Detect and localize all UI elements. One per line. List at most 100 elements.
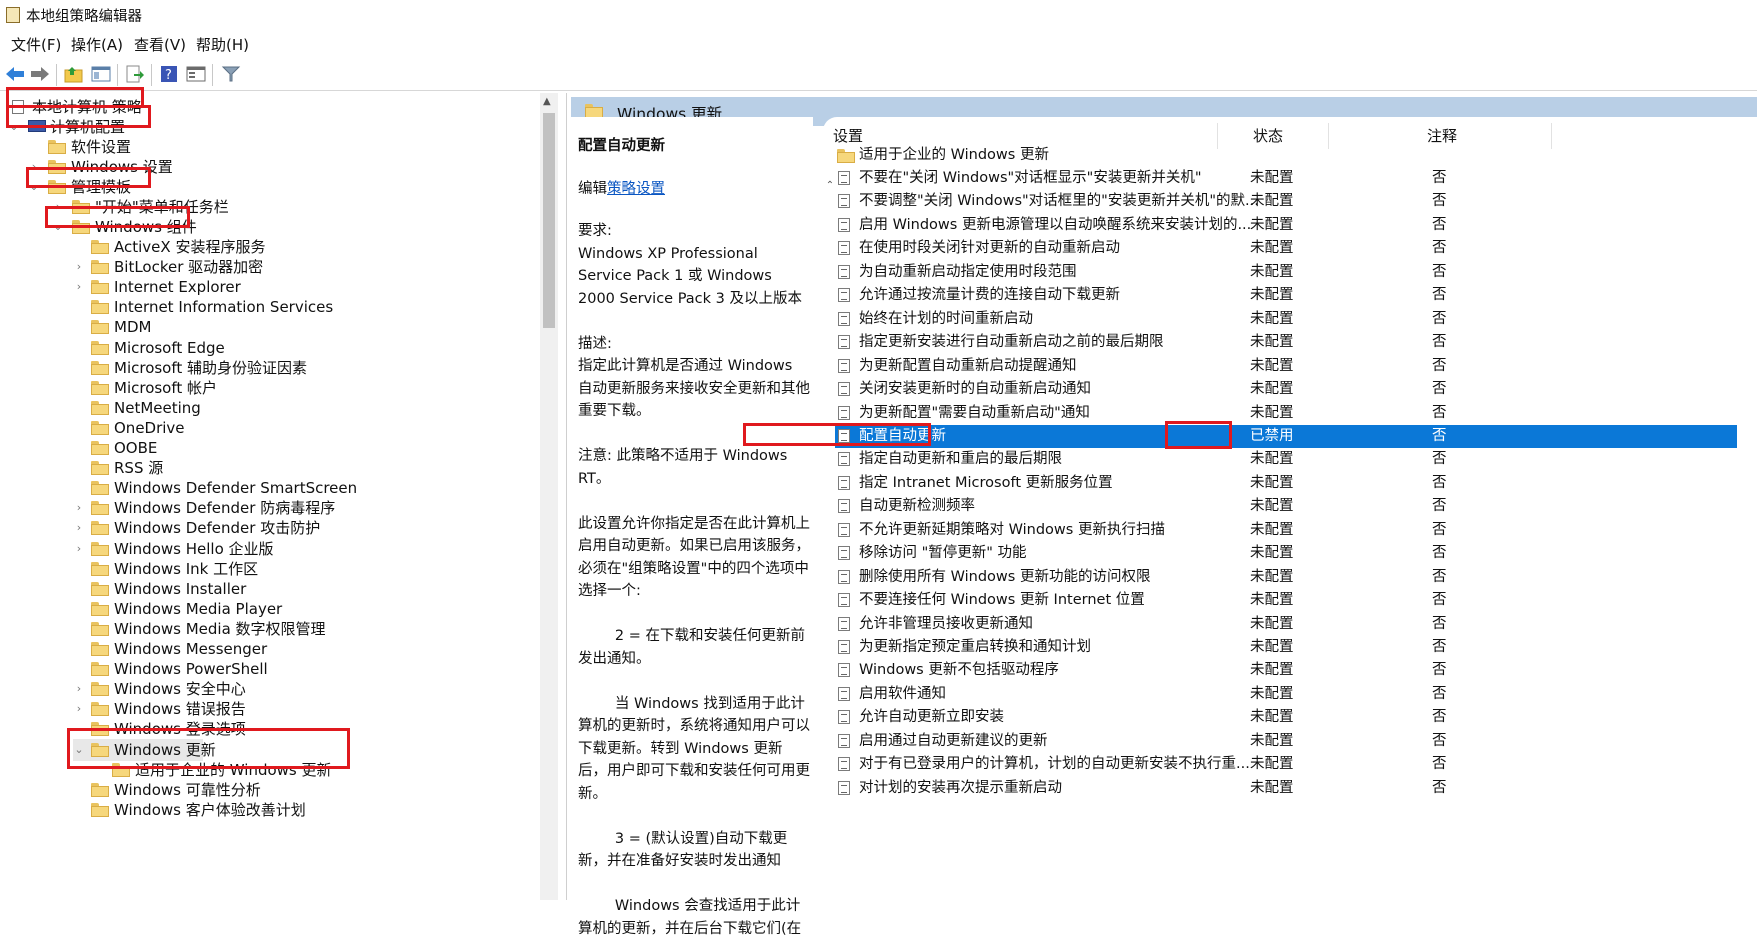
chevron-down-icon[interactable]: ⌄	[28, 176, 40, 198]
properties-icon[interactable]	[184, 62, 208, 86]
chevron-down-icon[interactable]: ⌄	[73, 739, 85, 761]
policy-row[interactable]: 允许非管理员接收更新通知 未配置 否	[823, 613, 1737, 636]
policy-row[interactable]: 不要连接任何 Windows 更新 Internet 位置 未配置 否	[823, 589, 1737, 612]
tree-item-start-menu[interactable]: › "开始"菜单和任务栏	[52, 196, 252, 218]
tree-item-component[interactable]: Windows Ink 工作区	[73, 558, 333, 580]
column-note[interactable]: 注释	[1427, 125, 1457, 146]
tree-item-component[interactable]: 适用于企业的 Windows 更新	[94, 759, 354, 781]
policy-row[interactable]: 指定更新安装进行自动重新启动之前的最后期限 未配置 否	[823, 331, 1737, 354]
column-state[interactable]: 状态	[1253, 125, 1283, 146]
tree-item-component[interactable]: OneDrive	[73, 417, 333, 439]
tree-item-component[interactable]: Windows PowerShell	[73, 658, 333, 680]
chevron-right-icon[interactable]: ›	[73, 698, 85, 720]
tree-item-component[interactable]: Microsoft 辅助身份验证因素	[73, 357, 333, 379]
policy-row[interactable]: 为自动重新启动指定使用时段范围 未配置 否	[823, 261, 1737, 284]
tree-item-component[interactable]: Internet Information Services	[73, 296, 333, 318]
export-list-icon[interactable]	[123, 62, 147, 86]
tree-item-component[interactable]: Windows 登录选项	[73, 718, 333, 740]
policy-row[interactable]: 对于有已登录用户的计算机，计划的自动更新安装不执行重... 未配置 否	[823, 753, 1737, 776]
policy-row[interactable]: 指定 Intranet Microsoft 更新服务位置 未配置 否	[823, 472, 1737, 495]
policy-row[interactable]: 移除访问 "暂停更新" 功能 未配置 否	[823, 542, 1737, 565]
policy-row[interactable]: 为更新配置自动重新启动提醒通知 未配置 否	[823, 355, 1737, 378]
tree-item-component[interactable]: › BitLocker 驱动器加密	[73, 256, 333, 278]
list-item-folder[interactable]: 适用于企业的 Windows 更新	[823, 144, 1737, 167]
tree-item-component[interactable]: › Internet Explorer	[73, 276, 333, 298]
tree-item-component[interactable]: RSS 源	[73, 457, 333, 479]
tree-item-component[interactable]: › Windows Hello 企业版	[73, 538, 333, 560]
policy-row[interactable]: 启用软件通知 未配置 否	[823, 683, 1737, 706]
tree-item-component[interactable]: Windows 可靠性分析	[73, 779, 333, 801]
policy-row[interactable]: 启用 Windows 更新电源管理以自动唤醒系统来安装计划的... 未配置 否	[823, 214, 1737, 237]
policy-row[interactable]: 不允许更新延期策略对 Windows 更新执行扫描 未配置 否	[823, 519, 1737, 542]
policy-row[interactable]: 指定自动更新和重启的最后期限 未配置 否	[823, 448, 1737, 471]
tree-item-component[interactable]: Windows Installer	[73, 578, 333, 600]
tree-item-component[interactable]: ⌄ Windows 更新	[73, 738, 216, 761]
tree-root[interactable]: 本地计算机 策略	[8, 96, 158, 118]
policy-row[interactable]: 对计划的安装再次提示重新启动 未配置 否	[823, 777, 1737, 800]
back-arrow-icon[interactable]	[3, 62, 27, 86]
policy-row[interactable]: 配置自动更新 已禁用 否	[835, 424, 1737, 448]
scrollbar-thumb[interactable]	[543, 113, 555, 328]
tree-item-component[interactable]: Microsoft 帐户	[73, 377, 333, 399]
chevron-down-icon[interactable]: ⌄	[8, 116, 20, 138]
policy-row[interactable]: 为更新指定预定重启转换和通知计划 未配置 否	[823, 636, 1737, 659]
chevron-down-icon[interactable]: ⌄	[52, 216, 64, 238]
tree-item-component[interactable]: › Windows Defender 攻击防护	[73, 517, 333, 539]
column-setting[interactable]: 设置	[833, 125, 863, 146]
policy-row[interactable]: 删除使用所有 Windows 更新功能的访问权限 未配置 否	[823, 566, 1737, 589]
forward-arrow-icon[interactable]	[28, 62, 52, 86]
tree-item-windows-settings[interactable]: › Windows 设置	[28, 156, 208, 178]
policy-row[interactable]: 关闭安装更新时的自动重新启动通知 未配置 否	[823, 378, 1737, 401]
tree-item-component[interactable]: OOBE	[73, 437, 333, 459]
tree-item-component[interactable]: › Windows Defender 防病毒程序	[73, 497, 335, 519]
policy-setting-icon	[838, 593, 850, 608]
setting-state: 未配置	[1250, 357, 1294, 374]
tree-item-windows-components[interactable]: ⌄ Windows 组件	[52, 216, 212, 238]
tree-item-component[interactable]: Windows Media 数字权限管理	[73, 618, 333, 640]
menu-view[interactable]: 查看(V)	[134, 34, 186, 55]
policy-row[interactable]: Windows 更新不包括驱动程序 未配置 否	[823, 659, 1737, 682]
menu-help[interactable]: 帮助(H)	[196, 34, 249, 55]
menu-action[interactable]: 操作(A)	[71, 34, 123, 55]
tree-item-component[interactable]: ActiveX 安装程序服务	[73, 236, 333, 258]
setting-state: 未配置	[1250, 216, 1294, 233]
tree-item-component[interactable]: NetMeeting	[73, 397, 333, 419]
policy-row[interactable]: 允许通过按流量计费的连接自动下载更新 未配置 否	[823, 284, 1737, 307]
tree-item-admin-templates[interactable]: ⌄ 管理模板	[28, 176, 178, 198]
tree-item-component[interactable]: Windows 客户体验改善计划	[73, 799, 333, 821]
up-folder-icon[interactable]	[62, 62, 86, 86]
policy-row[interactable]: 在使用时段关闭针对更新的自动重新启动 未配置 否	[823, 237, 1737, 260]
policy-row[interactable]: 为更新配置"需要自动重新启动"通知 未配置 否	[823, 402, 1737, 425]
policy-row[interactable]: 不要在"关闭 Windows"对话框显示"安装更新并关机" 未配置 否	[823, 167, 1737, 190]
menu-file[interactable]: 文件(F)	[11, 34, 61, 55]
tree-item-component[interactable]: › Windows 错误报告	[73, 698, 333, 720]
scroll-up-arrow-icon[interactable]: ▲	[543, 96, 551, 107]
tree-item-software-settings[interactable]: 软件设置	[28, 136, 178, 158]
chevron-right-icon[interactable]: ›	[73, 517, 85, 539]
tree-item-component[interactable]: Microsoft Edge	[73, 337, 333, 359]
chevron-right-icon[interactable]: ›	[52, 196, 64, 218]
help-icon[interactable]: ?	[157, 62, 181, 86]
chevron-right-icon[interactable]: ›	[73, 276, 85, 298]
policy-row[interactable]: 始终在计划的时间重新启动 未配置 否	[823, 308, 1737, 331]
chevron-right-icon[interactable]: ›	[73, 678, 85, 700]
policy-row[interactable]: 自动更新检测频率 未配置 否	[823, 495, 1737, 518]
policy-row[interactable]: 允许自动更新立即安装 未配置 否	[823, 706, 1737, 729]
tree-item-component[interactable]: MDM	[73, 316, 333, 338]
policy-row[interactable]: 启用通过自动更新建议的更新 未配置 否	[823, 730, 1737, 753]
chevron-right-icon[interactable]: ›	[73, 538, 85, 560]
tree-item-component[interactable]: Windows Messenger	[73, 638, 333, 660]
tree-item-computer-config[interactable]: ⌄ 计算机配置	[8, 116, 158, 138]
filter-icon[interactable]	[219, 62, 243, 86]
chevron-right-icon[interactable]: ›	[73, 497, 85, 519]
chevron-right-icon[interactable]: ›	[73, 256, 85, 278]
chevron-right-icon[interactable]: ›	[28, 156, 40, 178]
tree-item-component[interactable]: Windows Media Player	[73, 598, 333, 620]
tree-label: NetMeeting	[114, 398, 201, 417]
tree-scrollbar[interactable]: ▲	[540, 93, 558, 900]
policy-settings-link[interactable]: 策略设置	[607, 181, 665, 197]
tree-item-component[interactable]: › Windows 安全中心	[73, 678, 333, 700]
tree-item-component[interactable]: Windows Defender SmartScreen	[73, 477, 357, 499]
show-hide-tree-icon[interactable]	[89, 62, 113, 86]
policy-row[interactable]: 不要调整"关闭 Windows"对话框里的"安装更新并关机"的默... 未配置 否	[823, 190, 1737, 213]
